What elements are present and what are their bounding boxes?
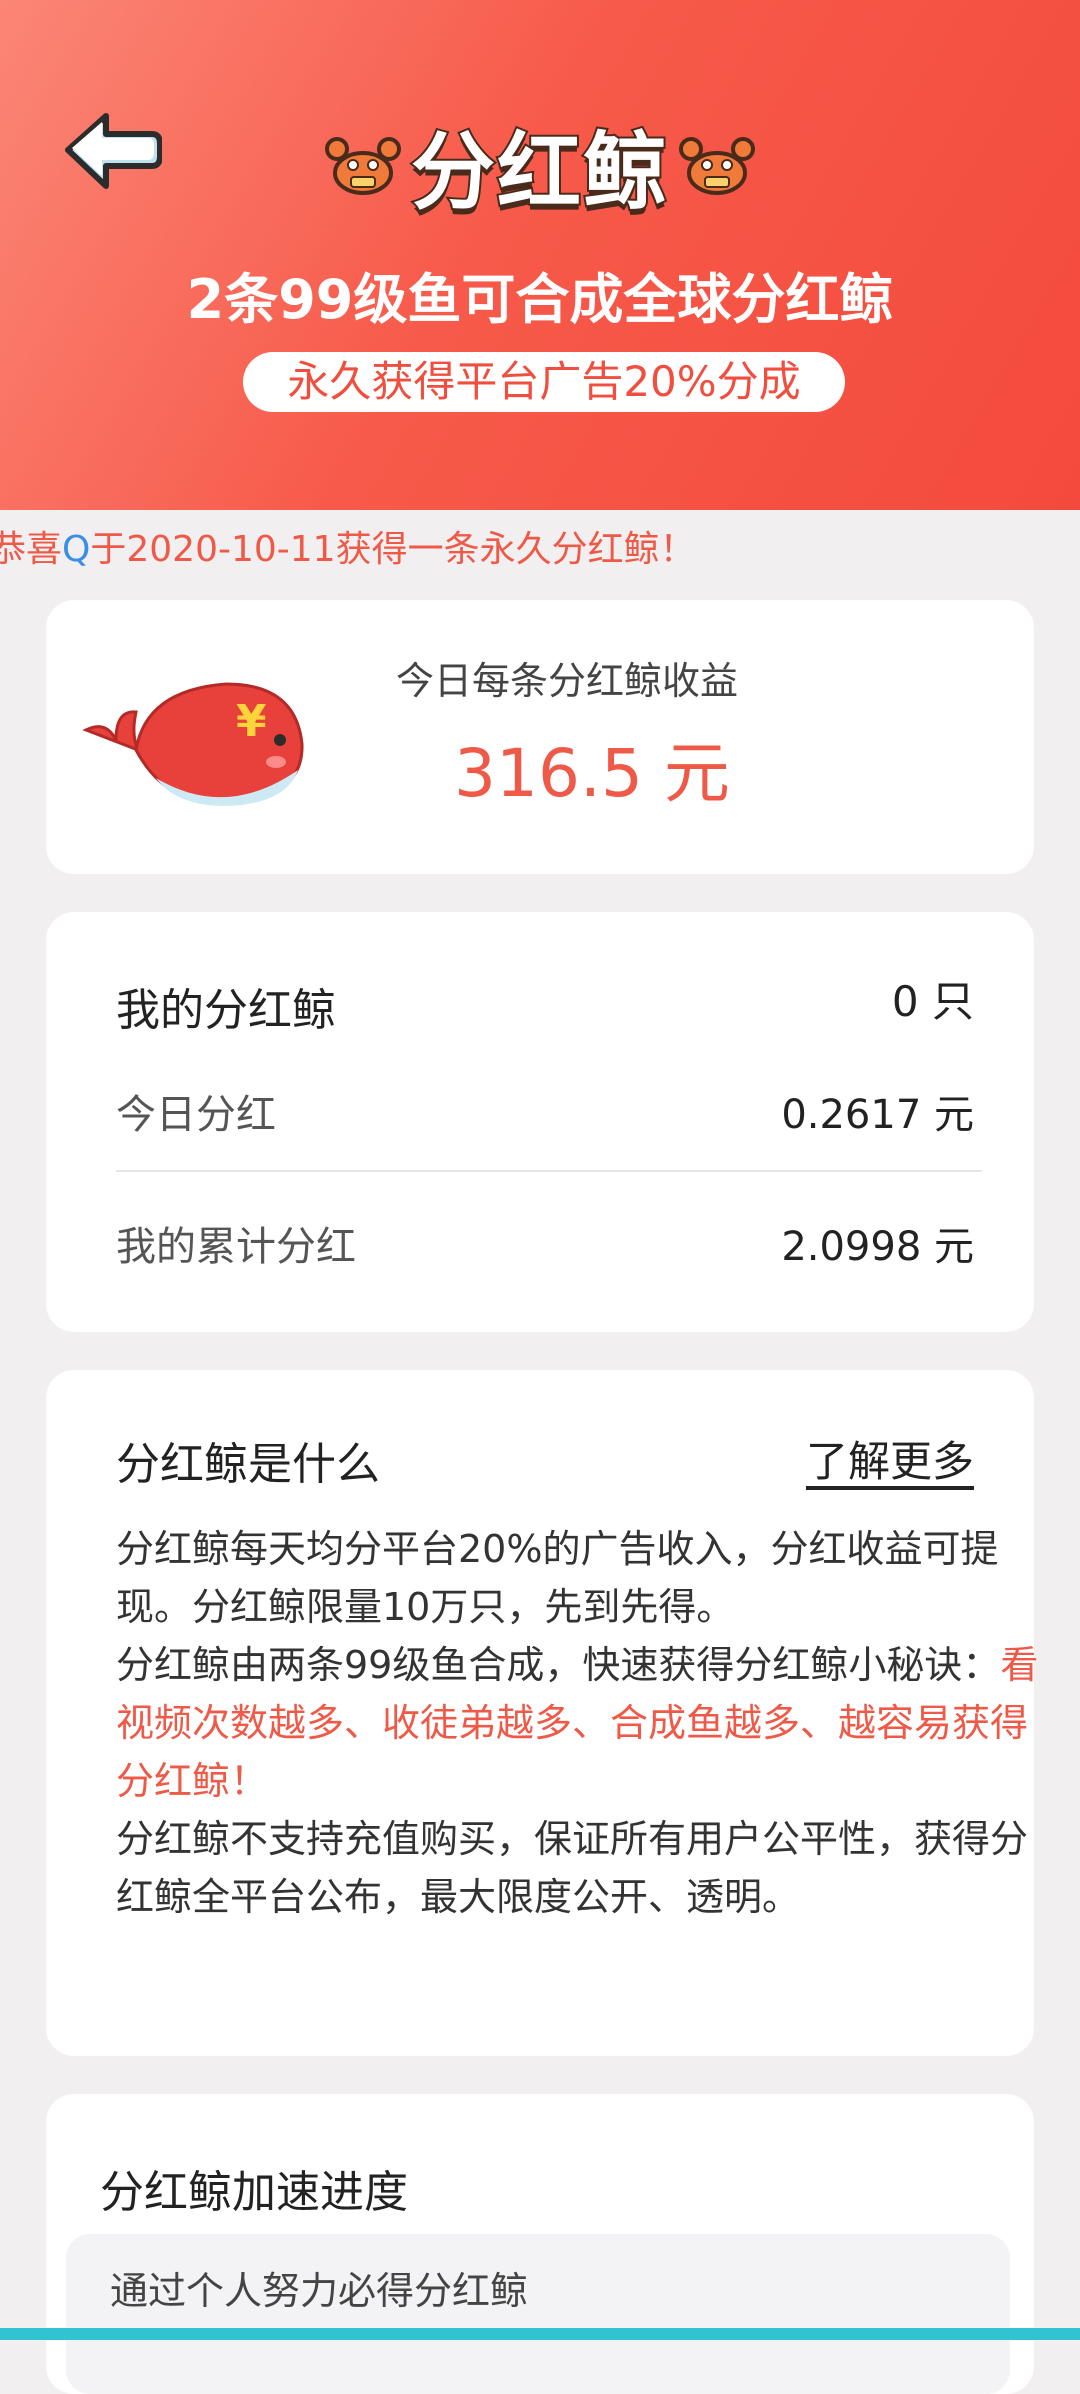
- my-whale-card: 我的分红鲸 0 只 今日分红 0.2617 元 我的累计分红 2.0998 元: [46, 912, 1034, 1332]
- about-title: 分红鲸是什么: [116, 1439, 380, 1490]
- progress-title: 分红鲸加速进度: [100, 2167, 408, 2218]
- about-card: 分红鲸是什么 了解更多 分红鲸每天均分平台20%的广告收入，分红收益可提现。分红…: [46, 1370, 1038, 2056]
- page-title: 分红鲸: [409, 121, 669, 223]
- title-row: 分红鲸: [0, 110, 1080, 223]
- ticker-prefix: 恭喜: [0, 529, 63, 570]
- about-paragraph: 分红鲸不支持充值购买，保证所有用户公平性，获得分红鲸全平台公布，最大限度公开、透…: [116, 1817, 1029, 1919]
- about-body: 分红鲸每天均分平台20%的广告收入，分红收益可提现。分红鲸限量10万只，先到先得…: [116, 1520, 1056, 1926]
- bottom-bar: [0, 2328, 1080, 2340]
- total-dividend-label: 我的累计分红: [116, 1224, 356, 1270]
- my-whale-label: 我的分红鲸: [116, 985, 336, 1036]
- progress-box-text: 通过个人努力必得分红鲸: [110, 2269, 529, 2313]
- about-paragraph: 分红鲸每天均分平台20%的广告收入，分红收益可提现。分红鲸限量10万只，先到先得…: [116, 1527, 999, 1629]
- whale-icon: ¥: [82, 682, 304, 806]
- learn-more-link[interactable]: 了解更多: [806, 1428, 974, 1489]
- ticker-suffix: 于2020-10-11获得一条永久分红鲸！: [90, 529, 696, 570]
- earnings-label: 今日每条分红鲸收益: [396, 659, 739, 703]
- earnings-card: ¥ 今日每条分红鲸收益 316.5 元: [46, 600, 1034, 874]
- progress-card: 分红鲸加速进度 通过个人努力必得分红鲸: [46, 2094, 1034, 2394]
- svg-text:¥: ¥: [236, 696, 267, 747]
- progress-box: 通过个人努力必得分红鲸: [66, 2234, 1010, 2394]
- divider: [116, 1170, 982, 1172]
- header-subtitle: 2条99级鱼可合成全球分红鲸: [186, 268, 894, 331]
- header-pill-badge: 永久获得平台广告20%分成: [243, 352, 845, 412]
- crab-icon: [324, 137, 401, 195]
- today-dividend-value: 0.2617 元: [781, 1092, 974, 1138]
- total-dividend-value: 2.0998 元: [781, 1224, 974, 1270]
- earnings-value: 316.5 元: [454, 735, 730, 812]
- header-banner: 分红鲸 2条99级鱼可合成全球分红鲸 永久获得平台广告20%分成: [0, 0, 1080, 510]
- crab-icon: [679, 137, 755, 195]
- my-whale-count: 0 只: [891, 977, 974, 1026]
- today-dividend-label: 今日分红: [116, 1092, 276, 1138]
- about-paragraph: 分红鲸由两条99级鱼合成，快速获得分红鲸小秘诀：看视频次数越多、收徒弟越多、合成…: [116, 1636, 1056, 1810]
- about-text: 分红鲸由两条99级鱼合成，快速获得分红鲸小秘诀：: [116, 1643, 1001, 1687]
- ticker-user: Q: [62, 529, 91, 570]
- announcement-ticker: 恭喜Q于2020-10-11获得一条永久分红鲸！: [0, 525, 696, 575]
